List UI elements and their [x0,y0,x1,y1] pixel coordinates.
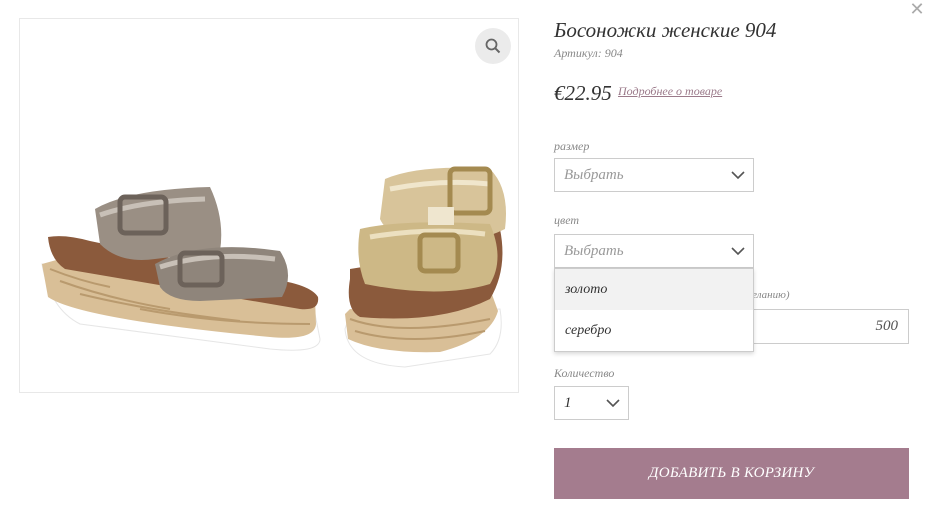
sku: Артикул: 904 [554,46,623,61]
color-select[interactable]: Выбрать [554,234,754,268]
quantity-value: 1 [564,395,572,411]
product-image [41,166,506,368]
quantity-label: Количество [554,366,615,380]
size-label: размер [554,139,590,153]
size-select[interactable]: Выбрать [554,158,754,192]
product-title: Босоножки женские 904 [554,18,777,42]
zoom-button[interactable] [475,28,511,64]
chevron-down-icon [731,171,745,180]
amount-value: 500 [875,318,899,334]
gold-sandal [344,166,506,368]
sku-value: 904 [604,46,623,60]
color-select-value: Выбрать [564,243,624,259]
silver-sandal [41,187,321,351]
color-option-silver[interactable]: серебро [555,310,753,351]
sku-label: Артикул: [554,46,602,60]
color-label: цвет [554,213,580,227]
product-image-frame [19,18,519,393]
size-select-value: Выбрать [564,167,624,183]
chevron-down-icon [731,247,745,256]
product-price: €22.95 [554,81,612,105]
add-to-cart-button[interactable]: ДОБАВИТЬ В КОРЗИНУ [554,448,909,499]
color-dropdown[interactable]: золото серебро [554,268,754,352]
zoom-icon [485,38,501,54]
chevron-down-icon [606,399,620,408]
close-icon[interactable]: ✕ [908,0,926,20]
color-option-gold[interactable]: золото [555,269,753,310]
quantity-select[interactable]: 1 [554,386,629,420]
details-link[interactable]: Подробнее о товаре [618,84,722,99]
amount-field[interactable]: 500 [753,309,909,344]
